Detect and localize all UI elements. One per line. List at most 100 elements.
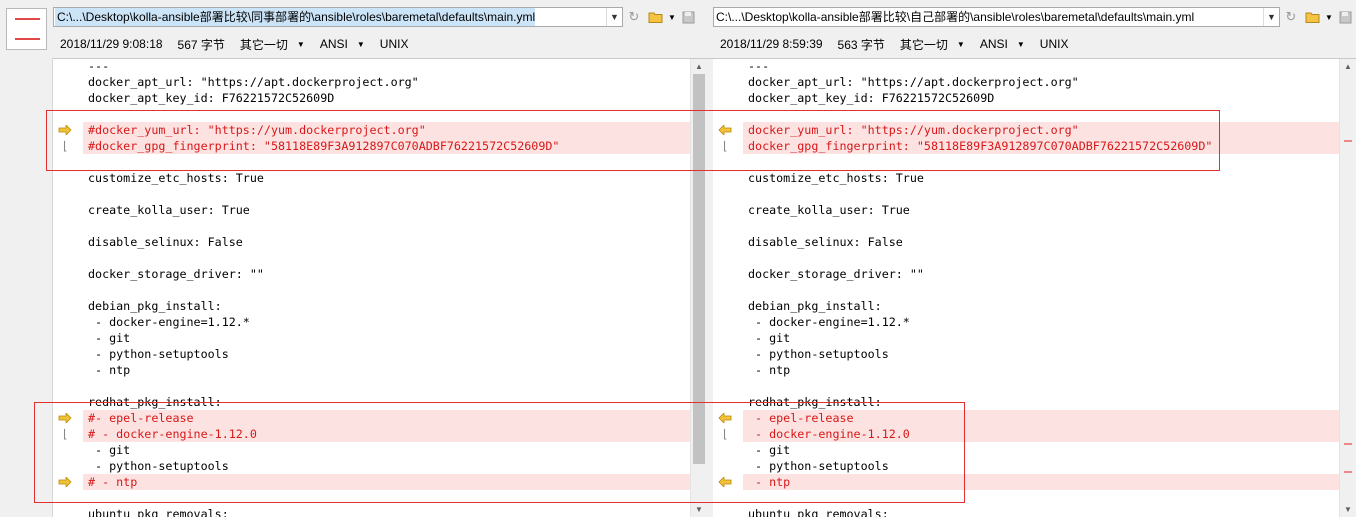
right-path-combobox[interactable]: C:\...\Desktop\kolla-ansible部署比较\自己部署的\a… (713, 7, 1280, 27)
code-line[interactable]: disable_selinux: False (83, 234, 690, 250)
code-line[interactable]: create_kolla_user: True (743, 202, 1339, 218)
right-scrollbar[interactable]: ▲ ▼ (1339, 58, 1356, 517)
right-line-ending[interactable]: UNIX (1040, 37, 1069, 51)
code-line[interactable] (83, 218, 690, 234)
code-line[interactable]: - python-setuptools (743, 346, 1339, 362)
code-line[interactable]: redhat_pkg_install: (743, 394, 1339, 410)
code-line[interactable]: ⌊ docker_gpg_fingerprint: "58118E89F3A912… (721, 138, 1339, 154)
code-line[interactable]: - git (743, 442, 1339, 458)
code-line[interactable]: --- (743, 58, 1339, 74)
code-line[interactable] (83, 154, 690, 170)
code-line[interactable] (83, 282, 690, 298)
code-line[interactable] (743, 186, 1339, 202)
code-line[interactable]: --- (83, 58, 690, 74)
code-line[interactable]: - python-setuptools (743, 458, 1339, 474)
left-text-pane[interactable]: --- docker_apt_url: "https://apt.dockerpr… (53, 58, 690, 517)
code-text: - git (748, 443, 791, 457)
code-line[interactable]: - git (743, 330, 1339, 346)
code-line[interactable]: #- epel-release (58, 410, 690, 426)
code-line[interactable] (743, 154, 1339, 170)
chevron-down-icon[interactable]: ▼ (606, 8, 622, 26)
code-line[interactable] (83, 186, 690, 202)
code-line[interactable]: - docker-engine=1.12.* (83, 314, 690, 330)
left-line-ending[interactable]: UNIX (380, 37, 409, 51)
left-format-label: 其它一切 (239, 37, 288, 52)
code-line[interactable] (83, 490, 690, 506)
code-line[interactable] (743, 250, 1339, 266)
code-line[interactable]: ubuntu_pkg_removals: (743, 506, 1339, 517)
diff-overview-icon[interactable] (6, 8, 47, 50)
code-text: docker_storage_driver: "" (88, 267, 264, 281)
left-format-dropdown[interactable]: 其它一切 ▼ (240, 36, 305, 53)
code-line[interactable]: - docker-engine=1.12.* (743, 314, 1339, 330)
left-scrollbar[interactable]: ▲ ▼ (690, 58, 707, 517)
code-line[interactable] (83, 250, 690, 266)
code-text: - ntp (88, 363, 131, 377)
right-encoding-dropdown[interactable]: ANSI ▼ (980, 37, 1025, 51)
right-format-dropdown[interactable]: 其它一切 ▼ (900, 36, 965, 53)
code-line[interactable] (743, 378, 1339, 394)
code-line[interactable]: docker_apt_key_id: F76221572C52609D (83, 90, 690, 106)
scroll-down-icon[interactable]: ▼ (691, 501, 707, 517)
code-line[interactable]: create_kolla_user: True (83, 202, 690, 218)
code-text: # - ntp (88, 475, 138, 489)
code-line[interactable]: docker_apt_url: "https://apt.dockerproje… (743, 74, 1339, 90)
code-line[interactable]: ⌊ #docker_gpg_fingerprint: "58118E89F3A91… (61, 138, 690, 154)
code-line[interactable]: - python-setuptools (83, 346, 690, 362)
code-line[interactable]: - epel-release (718, 410, 1339, 426)
left-scroll-thumb[interactable] (693, 74, 705, 464)
code-line[interactable]: docker_apt_url: "https://apt.dockerproje… (83, 74, 690, 90)
open-folder-icon[interactable] (1302, 7, 1324, 27)
code-line[interactable] (83, 378, 690, 394)
code-line[interactable]: - ntp (743, 362, 1339, 378)
code-line[interactable] (743, 218, 1339, 234)
right-path-text[interactable]: C:\...\Desktop\kolla-ansible部署比较\自己部署的\a… (714, 8, 1194, 26)
reload-icon[interactable]: ↻ (623, 7, 645, 27)
code-line[interactable]: ubuntu_pkg_removals: (83, 506, 690, 517)
code-line[interactable]: - python-setuptools (83, 458, 690, 474)
right-text-pane[interactable]: --- docker_apt_url: "https://apt.dockerpr… (713, 58, 1339, 517)
code-line[interactable]: - git (83, 442, 690, 458)
code-line[interactable]: debian_pkg_install: (83, 298, 690, 314)
chevron-down-icon[interactable]: ▼ (1263, 8, 1279, 26)
code-line[interactable] (83, 106, 690, 122)
code-line[interactable]: #docker_yum_url: "https://yum.dockerproj… (58, 122, 690, 138)
code-line[interactable]: redhat_pkg_install: (83, 394, 690, 410)
code-line[interactable]: disable_selinux: False (743, 234, 1339, 250)
code-text: docker_apt_key_id: F76221572C52609D (748, 91, 995, 105)
chevron-down-icon[interactable]: ▼ (1324, 7, 1334, 27)
save-icon[interactable] (677, 7, 699, 27)
code-line[interactable]: # - ntp (58, 474, 690, 490)
code-line[interactable]: - ntp (83, 362, 690, 378)
code-text: redhat_pkg_install: (748, 395, 882, 409)
code-line[interactable]: docker_storage_driver: "" (83, 266, 690, 282)
left-path-text[interactable]: C:\...\Desktop\kolla-ansible部署比较\同事部署的\a… (55, 8, 536, 26)
code-text: ubuntu_pkg_removals: (88, 507, 229, 517)
right-file-info: 2018/11/29 8:59:39 563 字节 其它一切 ▼ ANSI ▼ UN… (720, 35, 1068, 53)
left-path-combobox[interactable]: C:\...\Desktop\kolla-ansible部署比较\同事部署的\a… (53, 7, 623, 27)
code-line[interactable]: - ntp (718, 474, 1339, 490)
code-text: customize_etc_hosts: True (88, 171, 264, 185)
code-line[interactable]: docker_apt_key_id: F76221572C52609D (743, 90, 1339, 106)
continuation-icon: ⌊ (721, 427, 729, 441)
code-line[interactable] (743, 490, 1339, 506)
code-text: docker_gpg_fingerprint: "58118E89F3A9128… (748, 139, 1213, 153)
code-line[interactable]: ⌊ - docker-engine-1.12.0 (721, 426, 1339, 442)
code-line[interactable]: ⌊ # - docker-engine-1.12.0 (61, 426, 690, 442)
left-encoding-dropdown[interactable]: ANSI ▼ (320, 37, 365, 51)
open-folder-icon[interactable] (645, 7, 667, 27)
chevron-down-icon[interactable]: ▼ (667, 7, 677, 27)
code-line[interactable]: debian_pkg_install: (743, 298, 1339, 314)
code-line[interactable]: customize_etc_hosts: True (83, 170, 690, 186)
save-icon[interactable] (1334, 7, 1356, 27)
reload-icon[interactable]: ↻ (1280, 7, 1302, 27)
code-line[interactable]: docker_storage_driver: "" (743, 266, 1339, 282)
code-line[interactable] (743, 282, 1339, 298)
scroll-up-icon[interactable]: ▲ (1340, 58, 1356, 74)
code-line[interactable] (743, 106, 1339, 122)
code-line[interactable]: customize_etc_hosts: True (743, 170, 1339, 186)
code-line[interactable]: docker_yum_url: "https://yum.dockerproje… (718, 122, 1339, 138)
code-line[interactable]: - git (83, 330, 690, 346)
scroll-down-icon[interactable]: ▼ (1340, 501, 1356, 517)
scroll-up-icon[interactable]: ▲ (691, 58, 707, 74)
